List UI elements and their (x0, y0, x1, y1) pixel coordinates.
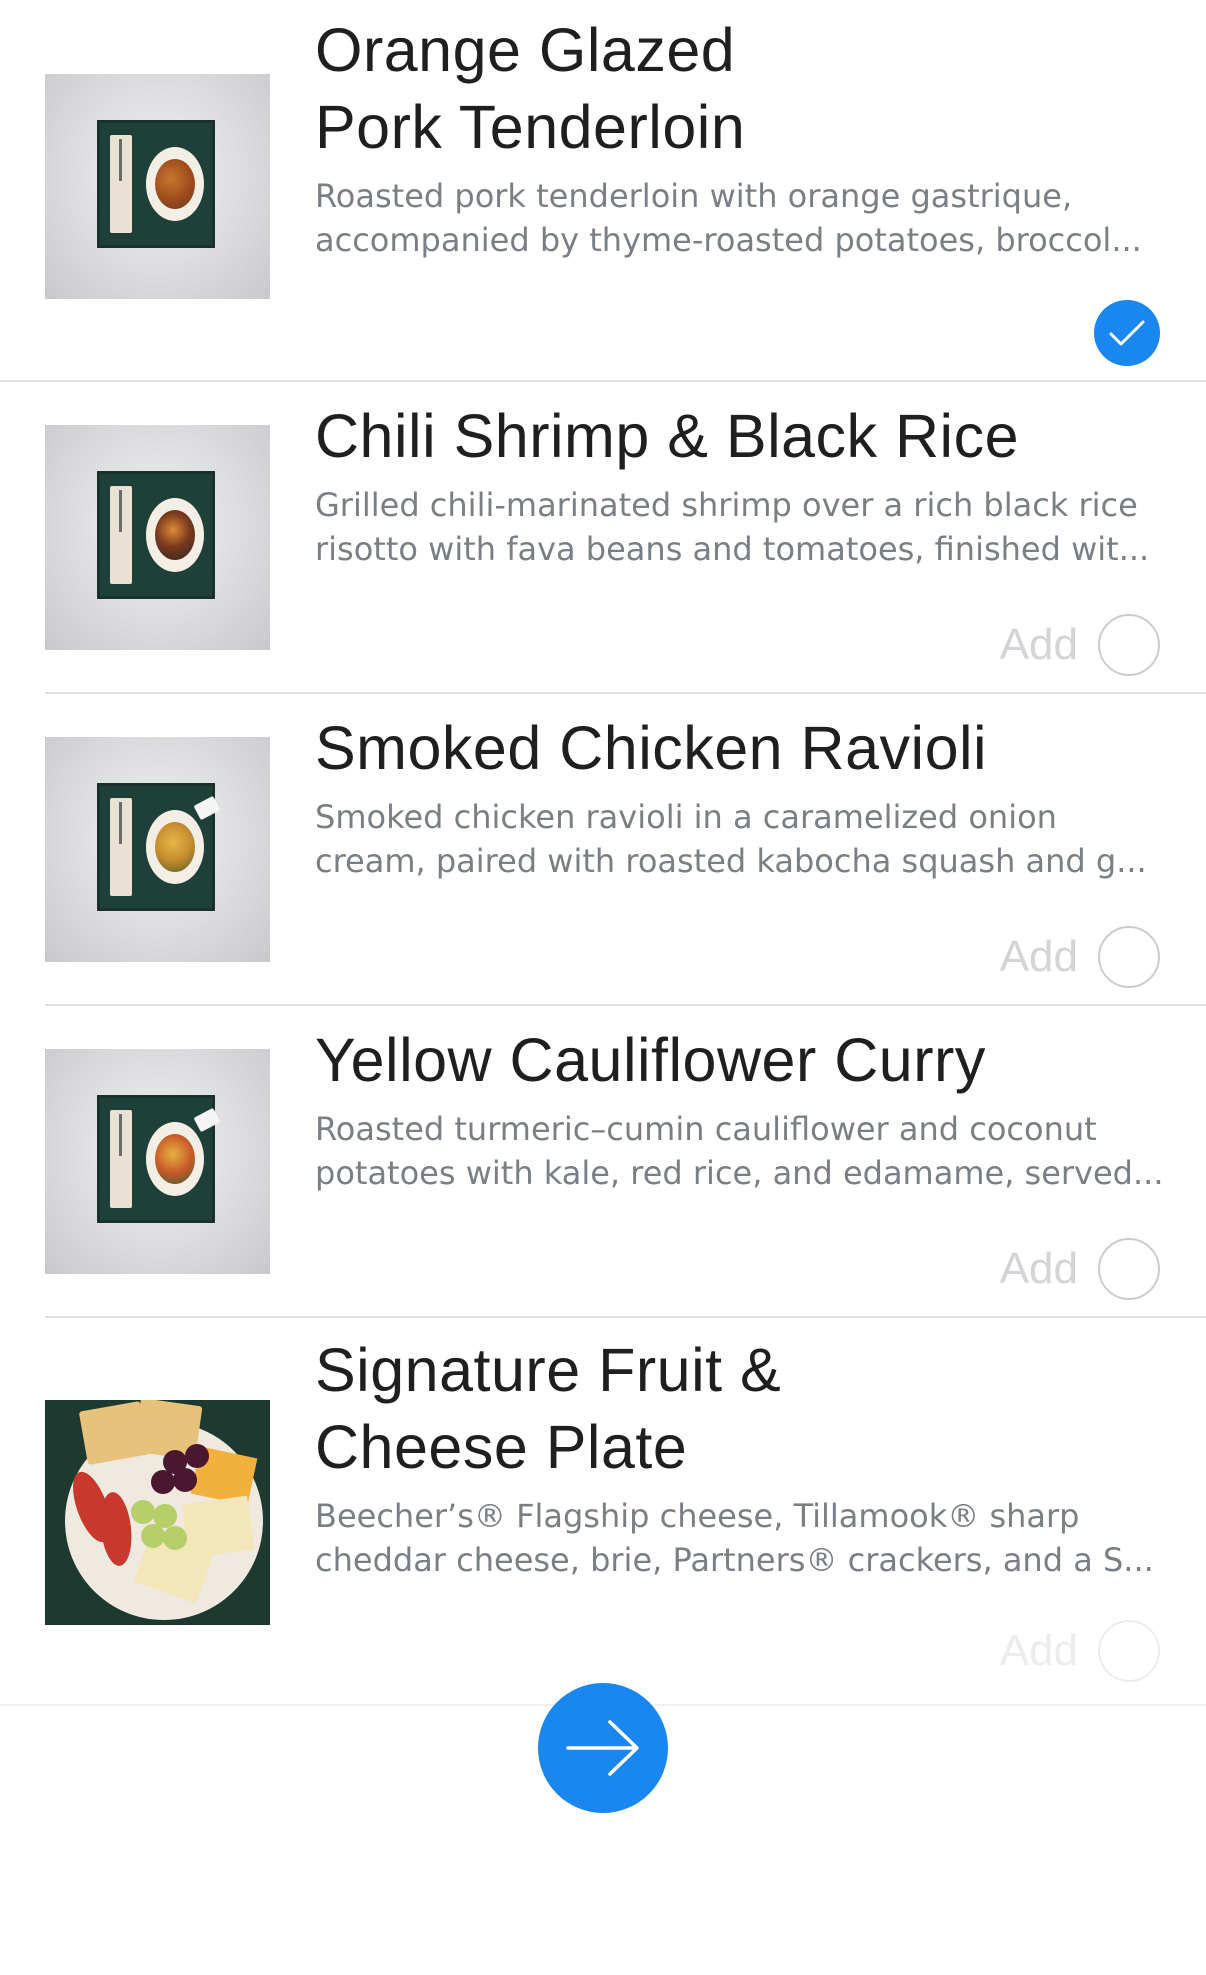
item-title: Chili Shrimp & Black Rice (315, 398, 1175, 475)
add-label[interactable]: Add (1000, 1626, 1078, 1676)
description-line: Roasted pork tenderloin with orange gast… (315, 177, 1073, 215)
tray (97, 471, 215, 599)
add-toggle[interactable]: Add (1000, 1618, 1160, 1684)
grape (163, 1526, 187, 1550)
item-description: Roasted pork tenderloin with orange gast… (315, 174, 1170, 262)
cutlery (119, 802, 122, 844)
meal-photo (45, 1049, 270, 1274)
food (155, 510, 195, 560)
meal-photo (45, 1400, 270, 1625)
food (155, 1134, 195, 1184)
title-line: Chili Shrimp & Black Rice (315, 402, 1020, 470)
description-line: risotto with fava beans and tomatoes, fi… (315, 530, 1150, 568)
checkmark-icon[interactable] (1094, 300, 1160, 366)
meal-photo (45, 74, 270, 299)
selected-checkbox[interactable] (1094, 300, 1160, 366)
item-title: Smoked Chicken Ravioli (315, 710, 1175, 787)
add-circle-icon[interactable] (1098, 1620, 1160, 1682)
plate (146, 1122, 204, 1196)
add-toggle[interactable]: Add (1000, 612, 1160, 678)
tray (97, 1095, 221, 1223)
arrow-right-icon (566, 1720, 639, 1776)
item-text: Orange Glazed Pork Tenderloin Roasted po… (315, 12, 1175, 262)
item-text: Signature Fruit & Cheese Plate Beecher’s… (315, 1332, 1175, 1582)
description-line: cheddar cheese, brie, Partners® crackers… (315, 1541, 1154, 1579)
list-item-smoked-chicken-ravioli[interactable]: Smoked Chicken Ravioli Smoked chicken ra… (0, 694, 1206, 1004)
cutlery (119, 139, 122, 181)
title-line: Yellow Cauliflower Curry (315, 1026, 986, 1094)
next-button[interactable] (538, 1683, 668, 1813)
grape (173, 1468, 197, 1492)
list-item-yellow-cauliflower-curry[interactable]: Yellow Cauliflower Curry Roasted turmeri… (0, 1006, 1206, 1316)
grape (141, 1524, 165, 1548)
meal-photo (45, 425, 270, 650)
description-line: Smoked chicken ravioli in a caramelized … (315, 798, 1057, 836)
item-text: Smoked Chicken Ravioli Smoked chicken ra… (315, 710, 1175, 883)
item-text: Chili Shrimp & Black Rice Grilled chili-… (315, 398, 1175, 571)
description-line: Roasted turmeric–cumin cauliflower and c… (315, 1110, 1097, 1148)
add-circle-icon[interactable] (1098, 614, 1160, 676)
item-title: Signature Fruit & Cheese Plate (315, 1332, 1175, 1486)
description-line: Grilled chili-marinated shrimp over a ri… (315, 486, 1138, 524)
title-line: Pork Tenderloin (315, 93, 746, 161)
cutlery (119, 490, 122, 532)
meal-photo (45, 737, 270, 962)
food (155, 822, 195, 872)
add-label[interactable]: Add (1000, 1244, 1078, 1294)
grape (151, 1470, 175, 1494)
tray (97, 783, 221, 911)
add-toggle[interactable]: Add (1000, 1236, 1160, 1302)
food (155, 159, 195, 209)
title-line: Signature Fruit & (315, 1336, 782, 1404)
add-label[interactable]: Add (1000, 620, 1078, 670)
item-text: Yellow Cauliflower Curry Roasted turmeri… (315, 1022, 1175, 1195)
grape (131, 1500, 155, 1524)
description-line: accompanied by thyme-roasted potatoes, b… (315, 221, 1142, 259)
item-title: Yellow Cauliflower Curry (315, 1022, 1175, 1099)
plate (146, 147, 204, 221)
add-circle-icon[interactable] (1098, 1238, 1160, 1300)
list-item-orange-glazed-pork[interactable]: Orange Glazed Pork Tenderloin Roasted po… (0, 0, 1206, 380)
title-line: Orange Glazed (315, 16, 736, 84)
add-label[interactable]: Add (1000, 932, 1078, 982)
plate (146, 810, 204, 884)
list-item-chili-shrimp[interactable]: Chili Shrimp & Black Rice Grilled chili-… (0, 382, 1206, 692)
item-description: Grilled chili-marinated shrimp over a ri… (315, 483, 1170, 571)
item-description: Beecher’s® Flagship cheese, Tillamook® s… (315, 1494, 1170, 1582)
description-line: Beecher’s® Flagship cheese, Tillamook® s… (315, 1497, 1080, 1535)
item-title: Orange Glazed Pork Tenderloin (315, 12, 1175, 166)
plate (146, 498, 204, 572)
add-circle-icon[interactable] (1098, 926, 1160, 988)
description-line: cream, paired with roasted kabocha squas… (315, 842, 1147, 880)
title-line: Smoked Chicken Ravioli (315, 714, 988, 782)
title-line: Cheese Plate (315, 1413, 688, 1481)
label-card (193, 1107, 221, 1133)
label-card (193, 795, 221, 821)
item-description: Roasted turmeric–cumin cauliflower and c… (315, 1107, 1170, 1195)
list-item-fruit-cheese-plate[interactable]: Signature Fruit & Cheese Plate Beecher’s… (0, 1318, 1206, 1704)
grape (185, 1444, 209, 1468)
add-toggle[interactable]: Add (1000, 924, 1160, 990)
cutlery (119, 1114, 122, 1156)
tray (97, 120, 215, 248)
item-description: Smoked chicken ravioli in a caramelized … (315, 795, 1170, 883)
description-line: potatoes with kale, red rice, and edamam… (315, 1154, 1164, 1192)
